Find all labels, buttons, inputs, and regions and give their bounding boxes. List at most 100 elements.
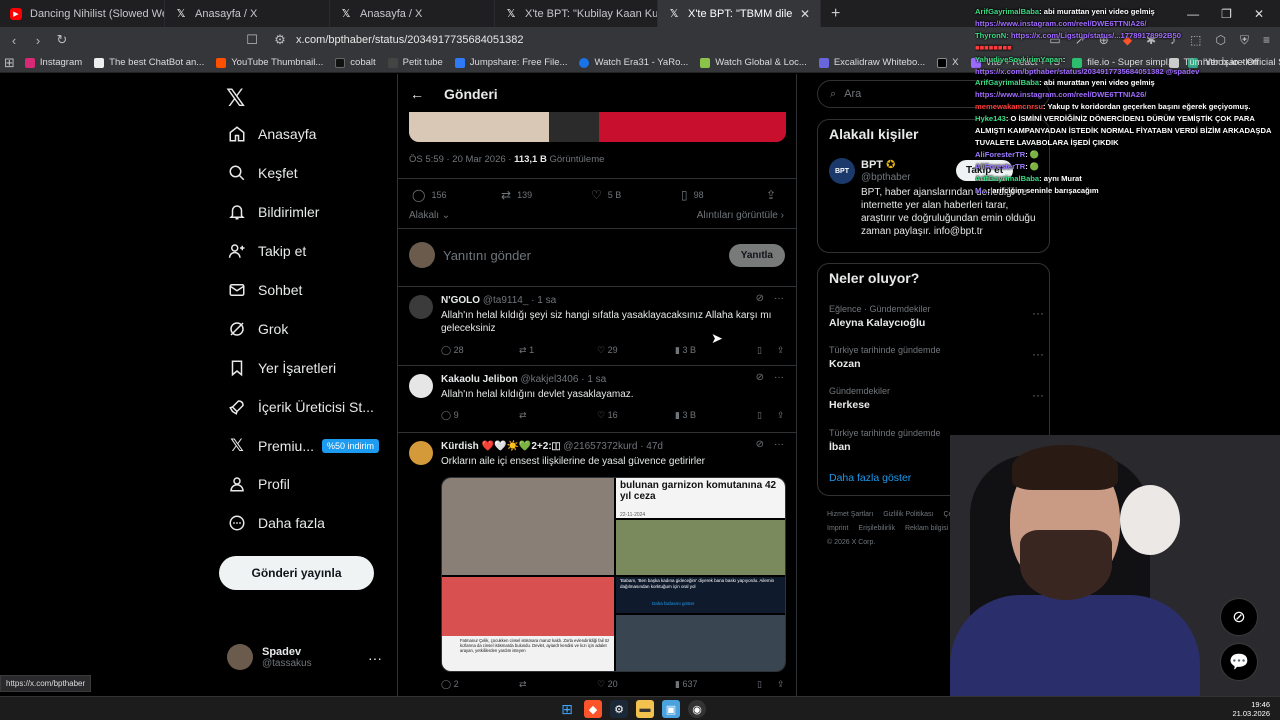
system-clock[interactable]: 19:46 21.03.2026	[1232, 700, 1270, 718]
footer-link[interactable]: Erişilebilirlik	[858, 525, 895, 532]
like-button[interactable]: ♡ 5 B	[591, 188, 681, 202]
reply-tweet[interactable]: N'GOLO @ta9114_ · 1 sa ⊘ ··· Allah'ın hel…	[398, 287, 796, 365]
site-info-icon[interactable]: ⚙	[270, 32, 290, 48]
footer-link[interactable]: Reklam bilgisi	[905, 525, 948, 532]
url-field[interactable]: x.com/bpthaber/status/203491773568405138…	[296, 34, 524, 46]
bookmark-item[interactable]: Jumpshare: Free File...	[454, 57, 567, 68]
show-more-link[interactable]: Daha fazla göster	[829, 472, 911, 484]
file-explorer-icon[interactable]: ▬	[636, 700, 654, 718]
bookmark-item[interactable]: Excalidraw Whitebo...	[818, 57, 925, 68]
more-icon[interactable]: ···	[1032, 388, 1044, 402]
back-icon[interactable]: ‹	[4, 33, 24, 48]
obs-icon[interactable]: ◉	[688, 700, 706, 718]
nav-item-grok[interactable]: Grok	[228, 320, 288, 338]
nav-item-follow[interactable]: Takip et	[228, 242, 306, 260]
x-logo-icon[interactable]: 𝕏	[226, 84, 245, 113]
brave-browser-icon[interactable]: ◆	[584, 700, 602, 718]
repost-button[interactable]: ⇄	[519, 679, 597, 690]
grok-icon[interactable]: ⊘	[756, 439, 764, 450]
footer-link[interactable]: Imprint	[827, 525, 848, 532]
reply-button[interactable]: ◯ 156	[412, 188, 501, 202]
bookmark-item[interactable]: cobalt	[335, 57, 376, 68]
more-icon[interactable]: ···	[1032, 347, 1044, 361]
more-icon[interactable]: ···	[774, 372, 784, 383]
reply-button[interactable]: ◯ 2	[441, 679, 519, 690]
bookmark-icon[interactable]: ▯	[757, 410, 777, 421]
bookmark-icon[interactable]: ▯	[757, 679, 777, 690]
trend-item[interactable]: Gündemdekiler Herkese ···	[829, 386, 1044, 411]
bookmark-item[interactable]: Petit tube	[387, 57, 443, 68]
more-icon[interactable]: ···	[774, 439, 784, 450]
reply-button[interactable]: ◯ 9	[441, 410, 519, 421]
browser-tab[interactable]: 𝕏 Anasayfa / X	[330, 0, 495, 27]
bookmark-item[interactable]: X	[937, 57, 959, 68]
trend-item[interactable]: Türkiye tarihinde gündemde Kozan ···	[829, 345, 1044, 370]
avatar[interactable]: BPT	[829, 158, 855, 184]
apps-icon[interactable]: ⊞	[4, 55, 15, 71]
reply-tweet[interactable]: Kürdish ❤️🤍☀️💚2+2:🇮 @21657372kurd · 47d …	[398, 433, 796, 696]
nav-item-chat[interactable]: Sohbet	[228, 281, 302, 299]
nav-item-more[interactable]: Daha fazla	[228, 514, 325, 532]
nav-item-notifications[interactable]: Bildirimler	[228, 203, 319, 221]
grok-icon[interactable]: ⊘	[756, 372, 764, 383]
reply-submit-button[interactable]: Yanıtla	[728, 243, 785, 267]
back-arrow-icon[interactable]: ←	[410, 86, 424, 102]
like-button[interactable]: ♡ 29	[597, 345, 675, 356]
account-switcher[interactable]: Spadev @tassakus	[227, 644, 312, 670]
repost-button[interactable]: ⇄	[519, 410, 597, 421]
bookmark-item[interactable]: Instagram	[24, 57, 82, 68]
share-icon[interactable]: ⇪	[777, 679, 785, 690]
windows-start-icon[interactable]: ⊞	[558, 700, 576, 718]
nav-item-explore[interactable]: Keşfet	[228, 164, 298, 182]
like-button[interactable]: ♡ 20	[597, 679, 675, 690]
nav-item-bookmarks[interactable]: Yer İşaretleri	[228, 359, 336, 377]
bookmark-page-icon[interactable]: ☐	[242, 32, 262, 48]
reply-tweet[interactable]: Kakaolu Jelibon @kakjel3406 · 1 sa ⊘ ··· …	[398, 366, 796, 432]
browser-tab[interactable]: 𝕏 X'te BPT: "Kubilay Kaan Kundakçı'nın	[495, 0, 658, 27]
nav-item-creator-studio[interactable]: İçerik Üreticisi St...	[228, 398, 374, 416]
tweet-image[interactable]: bulunan garnizon komutanına 42 yıl ceza …	[441, 477, 786, 672]
bookmark-icon[interactable]: ▯	[757, 345, 777, 356]
bookmark-button[interactable]: ▯ 98	[681, 188, 766, 202]
close-tab-icon[interactable]: ✕	[800, 7, 810, 21]
reply-input[interactable]: Yanıtını gönder	[443, 248, 729, 263]
views-button[interactable]: ▮ 3 B	[675, 410, 757, 421]
related-name[interactable]: BPT ✪	[861, 158, 895, 171]
sort-dropdown[interactable]: Alakalı ⌄	[409, 210, 450, 221]
forward-icon[interactable]: ›	[28, 33, 48, 48]
bookmark-item[interactable]: The best ChatBot an...	[94, 57, 204, 68]
nav-item-premium[interactable]: 𝕏 Premiu... %50 indirim	[228, 436, 380, 455]
message-icon[interactable]: 💬	[1220, 643, 1258, 681]
repost-button[interactable]: ⇄ 1	[519, 345, 597, 356]
new-tab-button[interactable]: +	[821, 5, 850, 23]
repost-button[interactable]: ⇄ 139	[501, 188, 591, 202]
browser-tab[interactable]: 𝕏 Anasayfa / X	[165, 0, 330, 27]
grok-icon[interactable]: ⊘	[1220, 598, 1258, 636]
share-icon[interactable]: ⇪	[777, 410, 785, 421]
share-icon[interactable]: ⇪	[777, 345, 785, 356]
view-quotes-link[interactable]: Alıntıları görüntüle ›	[697, 210, 784, 221]
reply-button[interactable]: ◯ 28	[441, 345, 519, 356]
steam-icon[interactable]: ⚙	[610, 700, 628, 718]
reload-icon[interactable]: ↻	[52, 32, 72, 48]
nav-item-home[interactable]: Anasayfa	[228, 125, 316, 143]
views-button[interactable]: ▮ 637	[675, 679, 757, 690]
grok-icon[interactable]: ⊘	[756, 293, 764, 304]
like-button[interactable]: ♡ 16	[597, 410, 675, 421]
share-button[interactable]: ⇪	[766, 188, 776, 202]
bookmark-item[interactable]: Watch Era31 - YaRo...	[579, 57, 688, 68]
post-button[interactable]: Gönderi yayınla	[219, 556, 374, 590]
app-icon[interactable]: ▣	[662, 700, 680, 718]
footer-link[interactable]: Hizmet Şartları	[827, 511, 873, 518]
bookmark-item[interactable]: Watch Global & Loc...	[700, 57, 807, 68]
browser-tab[interactable]: ▶ Dancing Nihilist (Slowed Welly W	[0, 0, 165, 27]
browser-tab-active[interactable]: 𝕏 X'te BPT: "TBMM dilekçe komisy ✕	[658, 0, 821, 27]
more-icon[interactable]: ···	[1032, 306, 1044, 320]
footer-link[interactable]: Gizlilik Politikası	[883, 511, 933, 518]
more-icon[interactable]: ···	[774, 293, 784, 304]
nav-item-profile[interactable]: Profil	[228, 475, 290, 493]
more-icon[interactable]: ···	[368, 650, 382, 666]
bookmark-item[interactable]: YouTube Thumbnail...	[216, 57, 323, 68]
post-media[interactable]	[409, 112, 786, 142]
trend-item[interactable]: Eğlence · Gündemdekiler Aleyna Kalaycıoğ…	[829, 304, 1044, 329]
